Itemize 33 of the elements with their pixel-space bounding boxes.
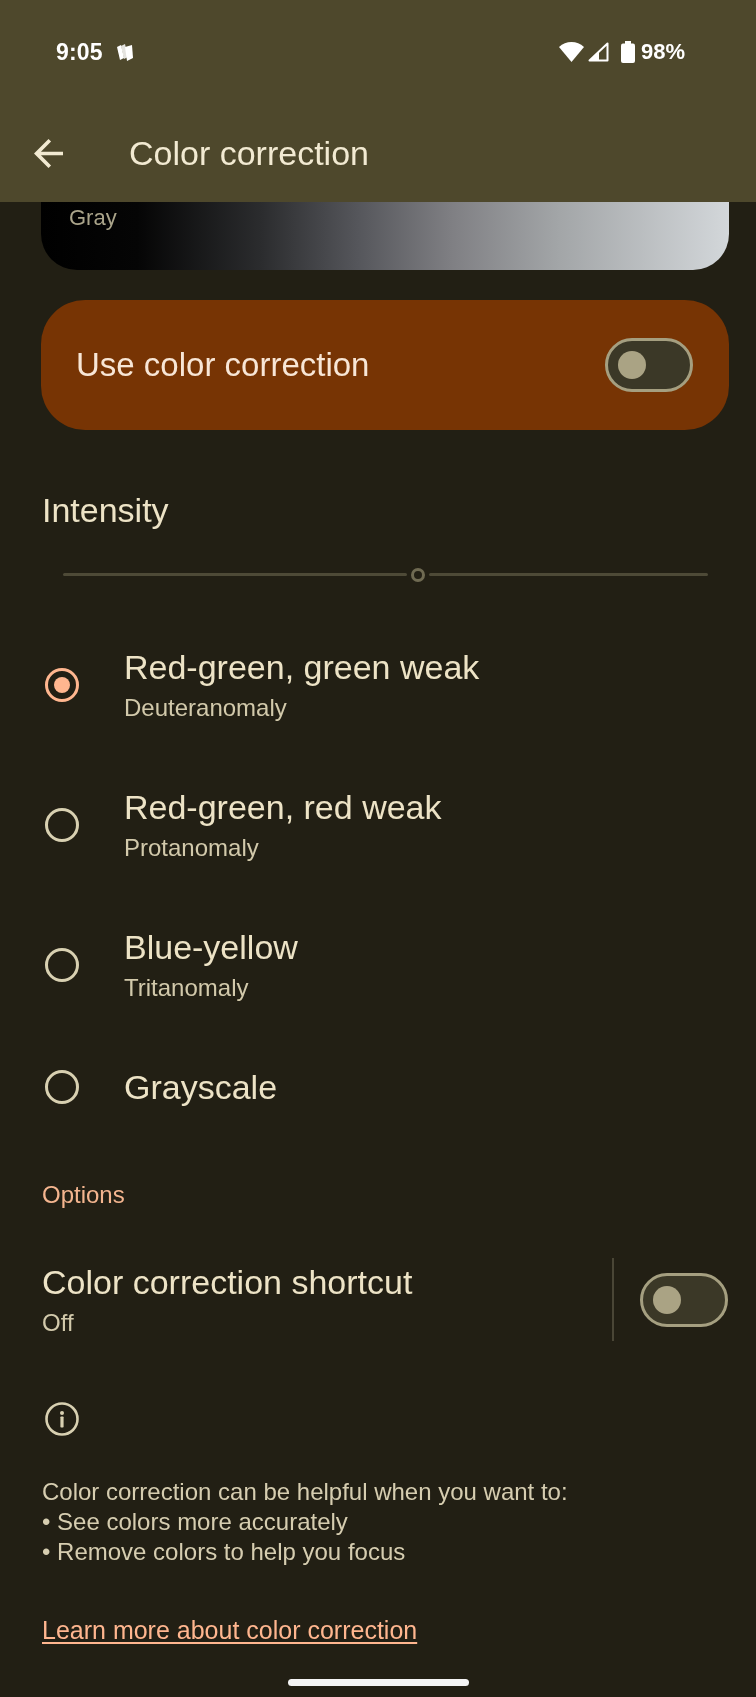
screen-title: Color correction [129, 133, 369, 173]
shortcut-status: Off [42, 1307, 75, 1338]
intensity-slider[interactable] [63, 568, 708, 582]
signal-icon [587, 42, 609, 62]
slider-thumb[interactable] [410, 568, 425, 582]
option-subtitle: Deuteranomaly [124, 693, 288, 723]
radio-button[interactable] [45, 948, 79, 982]
status-time: 9:05 [56, 38, 103, 66]
toggle-switch[interactable] [640, 1272, 728, 1327]
option-title: Red-green, red weak [124, 787, 442, 827]
info-paragraph: Color correction can be helpful when you want to: • See colors more accurately • Remove colors to help you focus [42, 1477, 569, 1567]
back-icon[interactable] [34, 138, 63, 168]
battery-icon [620, 41, 635, 63]
shortcut-title: Color correction shortcut [42, 1261, 414, 1302]
radio-button[interactable] [45, 808, 79, 842]
option-subtitle: Tritanomaly [124, 973, 250, 1003]
preview-label: Gray [69, 205, 117, 230]
stacked-cards-icon [116, 43, 133, 61]
radio-button[interactable] [45, 668, 79, 702]
radio-button[interactable] [45, 1070, 79, 1104]
toggle-switch[interactable] [605, 338, 693, 392]
intensity-label: Intensity [42, 490, 170, 530]
option-subtitle: Protanomaly [124, 833, 260, 863]
section-heading: Options [42, 1180, 126, 1210]
info-icon [45, 1402, 79, 1436]
main-switch-label: Use color correction [76, 346, 370, 384]
option-title: Blue-yellow [124, 927, 298, 967]
battery-percent: 98% [640, 39, 685, 65]
wifi-icon [558, 42, 584, 62]
main-switch-card[interactable]: Use color correction [41, 300, 729, 430]
option-title: Red-green, green weak [124, 647, 480, 687]
learn-more-link[interactable]: Learn more about color correction [42, 1615, 418, 1645]
option-title: Grayscale [124, 1067, 278, 1107]
